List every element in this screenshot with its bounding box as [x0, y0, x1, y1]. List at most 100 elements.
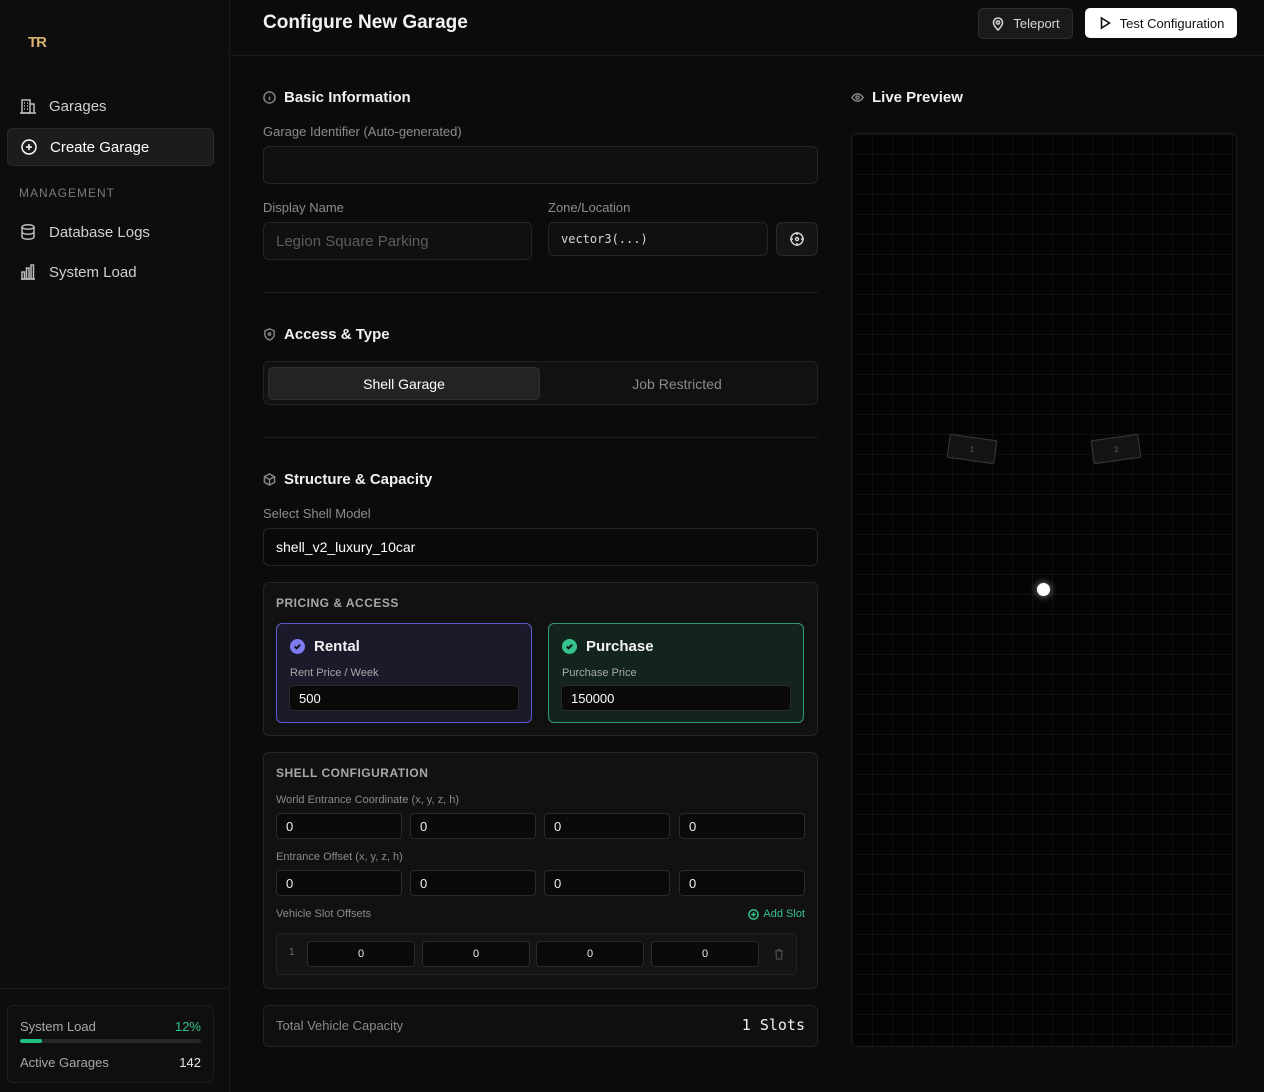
- shell-configuration-title: SHELL CONFIGURATION: [276, 766, 429, 780]
- preview-entrance-marker: [1037, 583, 1050, 596]
- entrance-offset-z-input[interactable]: 0: [544, 870, 670, 896]
- slot-offset-z-input[interactable]: 0: [536, 941, 644, 967]
- active-garages-value: 142: [179, 1055, 201, 1070]
- slot-offset-h-input[interactable]: 0: [651, 941, 759, 967]
- add-slot-label: Add Slot: [763, 908, 805, 920]
- pricing-access-title: PRICING & ACCESS: [276, 596, 399, 610]
- sidebar-item-garages[interactable]: Garages: [7, 87, 214, 125]
- world-entrance-label: World Entrance Coordinate (x, y, z, h): [276, 794, 459, 806]
- world-entrance-x-input[interactable]: 0: [276, 813, 402, 839]
- eye-icon: [851, 93, 864, 102]
- live-preview-canvas[interactable]: 1 2: [851, 133, 1237, 1047]
- rental-title: Rental: [314, 638, 360, 655]
- entrance-offset-y-input[interactable]: 0: [410, 870, 536, 896]
- rental-card[interactable]: Rental Rent Price / Week 500: [276, 623, 532, 723]
- world-entrance-y-input[interactable]: 0: [410, 813, 536, 839]
- purchase-price-input[interactable]: 150000: [561, 685, 791, 711]
- slot-offset-y-input[interactable]: 0: [422, 941, 530, 967]
- test-configuration-button[interactable]: Test Configuration: [1085, 8, 1237, 38]
- sidebar-item-database-logs[interactable]: Database Logs: [7, 213, 214, 251]
- preview-slot-marker: 2: [1090, 433, 1142, 465]
- system-load-label: System Load: [20, 1019, 96, 1034]
- live-preview-title: Live Preview: [872, 89, 963, 106]
- basic-information-heading: Basic Information: [263, 89, 411, 106]
- crosshair-icon: [790, 232, 804, 246]
- purchase-heading: Purchase: [562, 638, 654, 655]
- world-entrance-h-input[interactable]: 0: [679, 813, 805, 839]
- display-name-label: Display Name: [263, 200, 344, 215]
- rent-price-label: Rent Price / Week: [290, 667, 379, 679]
- trash-icon: [775, 949, 783, 960]
- garage-identifier-input[interactable]: [263, 146, 818, 184]
- plus-circle-icon: [21, 139, 37, 155]
- garage-identifier-label: Garage Identifier (Auto-generated): [263, 124, 462, 139]
- access-type-title: Access & Type: [284, 326, 390, 343]
- sidebar-section-label: MANAGEMENT: [19, 186, 116, 200]
- total-capacity-row: Total Vehicle Capacity 1 Slots: [263, 1005, 818, 1047]
- delete-slot-button[interactable]: [773, 947, 785, 963]
- section-divider: [263, 292, 818, 293]
- active-garages-row: Active Garages 142: [20, 1055, 201, 1070]
- pricing-access-panel: PRICING & ACCESS Rental Rent Price / Wee…: [263, 582, 818, 736]
- check-circle-icon: [290, 639, 305, 654]
- sidebar-item-create-garage[interactable]: Create Garage: [7, 128, 214, 166]
- rent-price-input[interactable]: 500: [289, 685, 519, 711]
- world-entrance-z-input[interactable]: 0: [544, 813, 670, 839]
- entrance-offset-label: Entrance Offset (x, y, z, h): [276, 851, 403, 863]
- toggle-shell-garage[interactable]: Shell Garage: [268, 367, 540, 400]
- plus-circle-icon: [748, 908, 760, 920]
- test-configuration-button-label: Test Configuration: [1119, 15, 1225, 31]
- section-divider: [263, 437, 818, 438]
- access-type-heading: Access & Type: [263, 326, 390, 343]
- system-load-bar: [20, 1039, 201, 1043]
- box-icon: [263, 473, 276, 486]
- shell-configuration-panel: SHELL CONFIGURATION World Entrance Coord…: [263, 752, 818, 989]
- add-slot-button[interactable]: Add Slot: [748, 908, 805, 920]
- total-capacity-label: Total Vehicle Capacity: [276, 1018, 404, 1033]
- sidebar-item-label: Create Garage: [50, 138, 150, 156]
- structure-capacity-title: Structure & Capacity: [284, 471, 433, 488]
- active-garages-label: Active Garages: [20, 1055, 109, 1070]
- database-icon: [21, 224, 35, 240]
- purchase-card[interactable]: Purchase Purchase Price 150000: [548, 623, 804, 723]
- page-title: Configure New Garage: [263, 12, 468, 33]
- sidebar-item-label: Database Logs: [49, 223, 150, 241]
- sidebar-item-system-load[interactable]: System Load: [7, 253, 214, 291]
- sidebar: TR Garages Create Garage MANAGEMENT Data…: [0, 0, 230, 1092]
- garage-type-toggle: Shell Garage Job Restricted: [263, 361, 818, 405]
- shield-icon: [264, 328, 275, 341]
- zone-location-input[interactable]: vector3(...): [548, 222, 768, 256]
- system-load-row: System Load 12%: [20, 1019, 201, 1034]
- sidebar-divider: [0, 988, 230, 989]
- live-preview-heading: Live Preview: [851, 89, 963, 106]
- entrance-offset-x-input[interactable]: 0: [276, 870, 402, 896]
- vehicle-slot-row: 1 0 0 0 0: [276, 933, 797, 975]
- vehicle-slot-offsets-label: Vehicle Slot Offsets: [276, 908, 372, 920]
- sidebar-item-label: System Load: [49, 263, 137, 281]
- entrance-offset-h-input[interactable]: 0: [679, 870, 805, 896]
- total-capacity-value: 1 Slots: [741, 1016, 805, 1034]
- toggle-job-restricted[interactable]: Job Restricted: [541, 367, 813, 400]
- map-pin-icon: [993, 16, 1004, 31]
- slot-offset-x-input[interactable]: 0: [307, 941, 415, 967]
- check-circle-icon: [562, 639, 577, 654]
- shell-model-label: Select Shell Model: [263, 506, 371, 521]
- teleport-button-label: Teleport: [1013, 16, 1060, 31]
- structure-capacity-heading: Structure & Capacity: [263, 471, 432, 488]
- system-stats-card: System Load 12% Active Garages 142: [7, 1005, 214, 1083]
- sidebar-item-label: Garages: [49, 97, 107, 115]
- zone-location-label: Zone/Location: [548, 200, 631, 215]
- purchase-title: Purchase: [586, 638, 654, 655]
- building-icon: [20, 99, 36, 114]
- slot-index: 1: [289, 947, 295, 958]
- purchase-price-label: Purchase Price: [562, 667, 637, 679]
- shell-model-select[interactable]: shell_v2_luxury_10car: [263, 528, 818, 566]
- pick-location-button[interactable]: [776, 222, 818, 256]
- display-name-input[interactable]: Legion Square Parking: [263, 222, 532, 260]
- basic-information-title: Basic Information: [284, 89, 411, 106]
- teleport-button[interactable]: Teleport: [978, 8, 1073, 39]
- preview-slot-marker: 1: [946, 433, 998, 465]
- rental-heading: Rental: [290, 638, 360, 655]
- bar-chart-icon: [21, 264, 35, 280]
- system-load-bar-fill: [20, 1039, 42, 1043]
